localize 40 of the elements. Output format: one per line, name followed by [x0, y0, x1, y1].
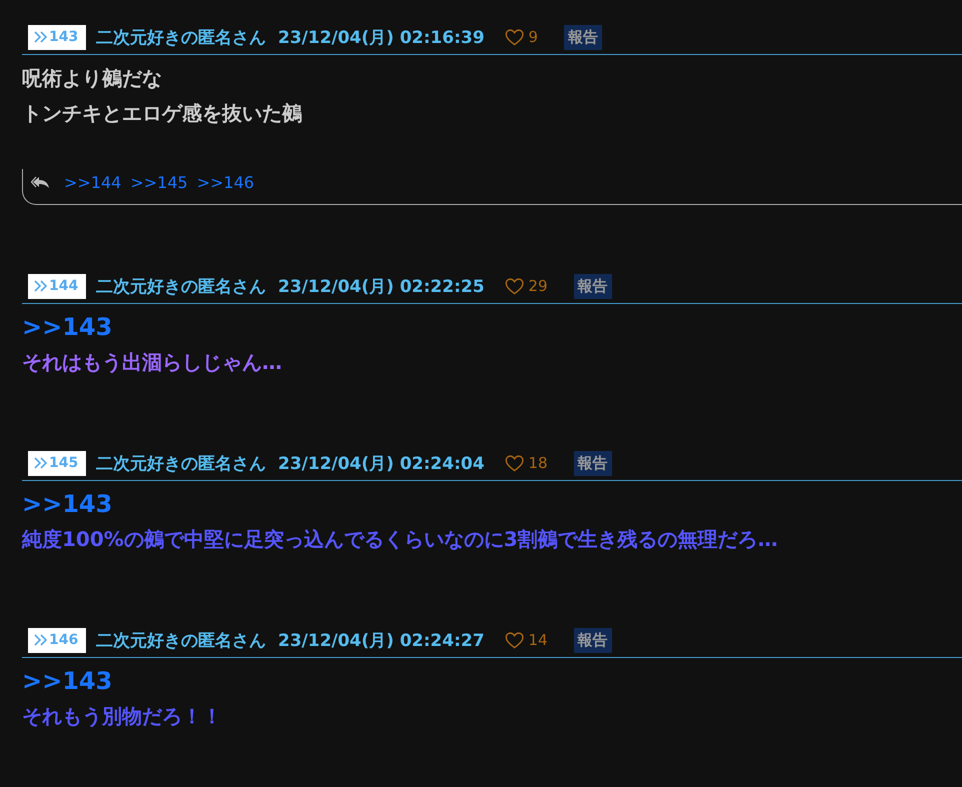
- post-text: それもう別物だろ！！: [22, 703, 223, 730]
- post-date: 23/12/04(月) 02:16:39: [278, 26, 484, 48]
- report-button[interactable]: 報告: [574, 628, 612, 652]
- like-count: 9: [528, 28, 538, 46]
- poster-name: 二次元好きの匿名さん: [96, 26, 266, 48]
- like-count: 18: [528, 454, 548, 472]
- post-text: 純度100%の鵺で中堅に足突っ込んでるくらいなのに3割鵺で生き残るの無理だろ…: [22, 526, 779, 553]
- like-count: 29: [528, 277, 548, 295]
- reply-link[interactable]: >>144: [64, 172, 122, 192]
- reply-anchor-link[interactable]: >>143: [22, 310, 962, 345]
- heart-icon: [505, 278, 524, 294]
- double-chevron-icon: [34, 31, 48, 43]
- report-button[interactable]: 報告: [574, 274, 612, 298]
- double-chevron-icon: [34, 457, 48, 469]
- post-number-badge[interactable]: 143: [28, 24, 86, 50]
- poster-name: 二次元好きの匿名さん: [96, 452, 266, 474]
- reply-link[interactable]: >>145: [130, 172, 188, 192]
- reply-anchor-link[interactable]: >>143: [22, 487, 962, 522]
- post-text: トンチキとエロゲ感を抜いた鵺: [22, 100, 303, 127]
- poster-name: 二次元好きの匿名さん: [96, 276, 266, 298]
- reply-anchor-link[interactable]: >>143: [22, 664, 962, 699]
- post-text: それはもう出涸らしじゃん…: [22, 349, 283, 376]
- post-number-badge[interactable]: 145: [28, 450, 86, 476]
- report-button[interactable]: 報告: [574, 450, 612, 476]
- report-button[interactable]: 報告: [564, 24, 602, 50]
- double-chevron-icon: [34, 280, 48, 292]
- like-count: 14: [528, 631, 548, 649]
- post-date: 23/12/04(月) 02:24:04: [278, 452, 484, 474]
- post-number-badge[interactable]: 144: [28, 274, 86, 298]
- post-date: 23/12/04(月) 02:24:27: [278, 630, 484, 652]
- post-text: 呪術より鵺だな: [22, 65, 163, 92]
- post-date: 23/12/04(月) 02:22:25: [278, 276, 484, 298]
- post-number-badge[interactable]: 146: [28, 628, 86, 652]
- reply-all-icon: [31, 175, 51, 189]
- heart-icon: [505, 28, 524, 46]
- reply-link[interactable]: >>146: [196, 172, 254, 192]
- poster-name: 二次元好きの匿名さん: [96, 630, 266, 652]
- heart-icon: [505, 454, 524, 472]
- heart-icon: [505, 632, 524, 648]
- double-chevron-icon: [34, 634, 48, 646]
